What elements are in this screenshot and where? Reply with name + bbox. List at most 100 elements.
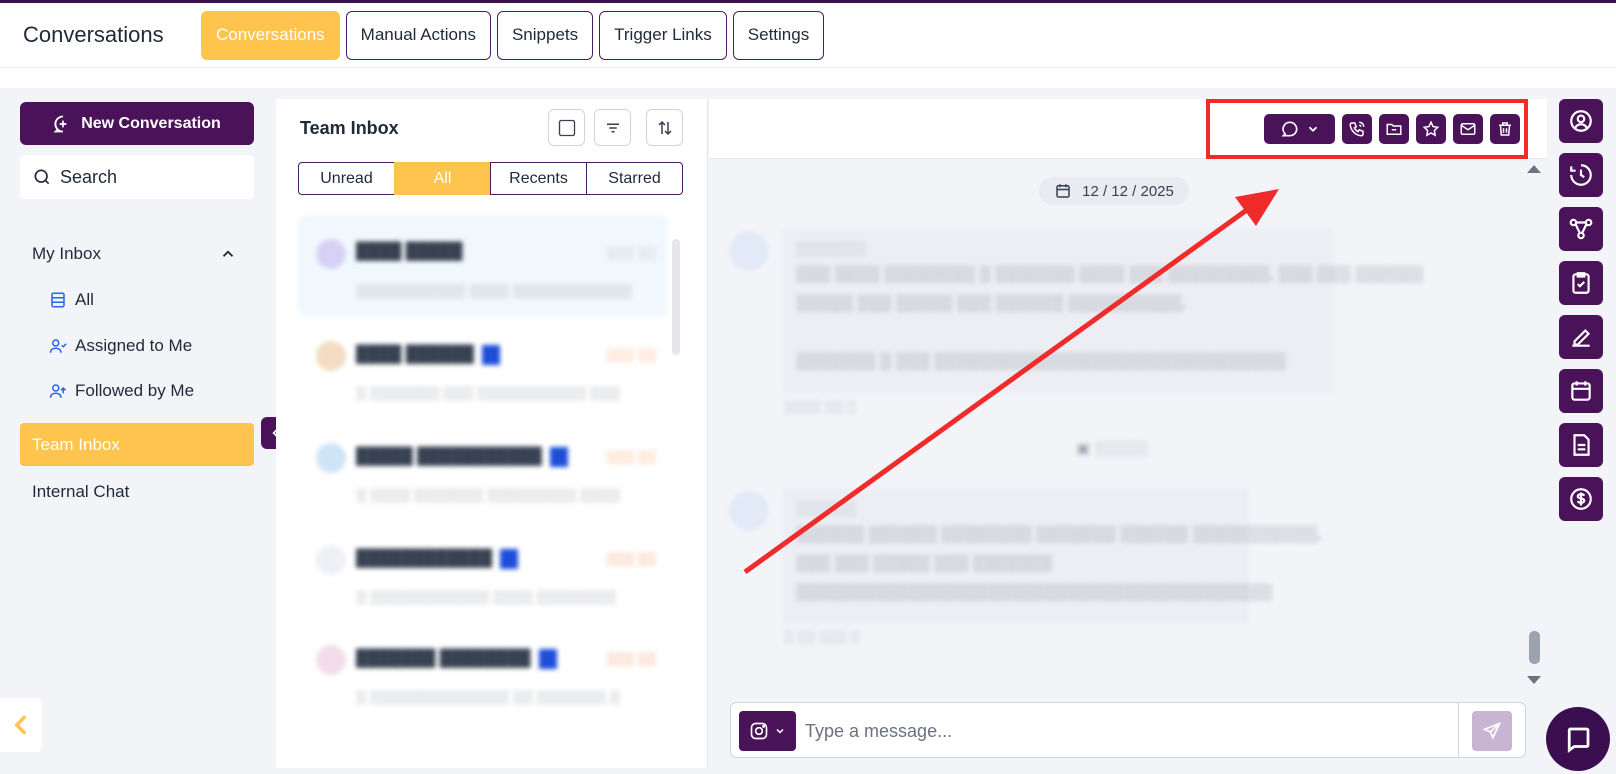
call-button[interactable] bbox=[1342, 114, 1372, 144]
avatar bbox=[316, 443, 346, 473]
clock-history-icon bbox=[1570, 164, 1592, 186]
list-item[interactable]: ███████ ████████ ░░░ ░░ ░ ░░░░░░░░░░░░░░… bbox=[298, 621, 668, 723]
payments-button[interactable] bbox=[1559, 477, 1603, 521]
search-icon bbox=[34, 169, 50, 185]
date-label: 12 / 12 / 2025 bbox=[1082, 182, 1174, 200]
history-button[interactable] bbox=[1559, 153, 1603, 197]
snippet-redacted: ░░░░░░░░░░░ ░░░░ ░░░░░░░░░░░░ bbox=[356, 283, 632, 299]
dollar-circle-icon bbox=[1570, 488, 1592, 510]
list-item[interactable]: ████ ██████ ░░░ ░░ ░ ░░░░░░░ ░░░ ░░░░░░░… bbox=[298, 317, 668, 419]
list-item[interactable]: ████ █████ ░░░ ░░ ░░░░░░░░░░░ ░░░░ ░░░░░… bbox=[298, 215, 668, 317]
message-meta-redacted: ░ ░░ ░░░ ░ bbox=[784, 629, 860, 644]
message-avatar bbox=[729, 491, 769, 531]
timestamp-redacted: ░░░ ░░ bbox=[606, 449, 656, 464]
sidebar-item-label: All bbox=[75, 290, 94, 309]
contact-name-redacted: ████████████ bbox=[356, 549, 519, 569]
clipboard-check-icon bbox=[1572, 272, 1590, 294]
chevron-down-icon bbox=[776, 728, 784, 734]
filter-starred[interactable]: Starred bbox=[586, 162, 683, 195]
chat-bubble-icon bbox=[1280, 121, 1297, 137]
share-nodes-icon bbox=[1569, 218, 1593, 240]
composer-divider bbox=[1458, 703, 1459, 757]
inbox-icon bbox=[51, 292, 65, 308]
contact-profile-button[interactable] bbox=[1559, 99, 1603, 143]
list-item[interactable]: █████ ███████████ ░░░ ░░ ░ ░░░░ ░░░░░░░ … bbox=[298, 419, 668, 521]
avatar bbox=[316, 645, 346, 675]
delete-button[interactable] bbox=[1490, 114, 1520, 144]
sidebar-item-label: Team Inbox bbox=[32, 434, 120, 454]
day-separator-redacted: ▣ ░░░░░ bbox=[1076, 440, 1148, 457]
star-button[interactable] bbox=[1416, 114, 1446, 144]
sidebar-item-assigned-to-me[interactable]: Assigned to Me bbox=[49, 336, 192, 356]
timestamp-redacted: ░░░ ░░ bbox=[606, 347, 656, 362]
calendar-icon bbox=[1056, 184, 1070, 198]
top-bar: Conversations Conversations Manual Actio… bbox=[0, 3, 1616, 68]
documents-button[interactable] bbox=[1559, 423, 1603, 467]
filter-button[interactable] bbox=[594, 109, 631, 146]
support-chat-button[interactable] bbox=[1546, 707, 1610, 771]
list-scrollbar[interactable] bbox=[672, 239, 680, 355]
back-button[interactable] bbox=[0, 698, 42, 752]
tab-conversations[interactable]: Conversations bbox=[201, 10, 340, 60]
sidebar-item-team-inbox[interactable]: Team Inbox bbox=[20, 423, 254, 466]
chat-status-dropdown[interactable] bbox=[1264, 114, 1335, 144]
filter-segments: Unread All Recents Starred bbox=[298, 162, 683, 195]
snippet-redacted: ░ ░░░░░░░░░░░░ ░░░░ ░░░░░░░░ bbox=[356, 589, 616, 605]
document-icon bbox=[1573, 434, 1590, 456]
send-icon bbox=[1482, 721, 1502, 740]
chevron-down-icon bbox=[1308, 126, 1317, 132]
list-item[interactable]: ████████████ ░░░ ░░ ░ ░░░░░░░░░░░░ ░░░░ … bbox=[298, 521, 668, 623]
send-button[interactable] bbox=[1472, 711, 1512, 751]
tab-snippets[interactable]: Snippets bbox=[496, 10, 594, 60]
tab-manual-actions[interactable]: Manual Actions bbox=[345, 10, 491, 60]
list-title: Team Inbox bbox=[300, 118, 399, 138]
notes-button[interactable] bbox=[1559, 315, 1603, 359]
sidebar-item-internal-chat[interactable]: Internal Chat bbox=[32, 482, 129, 502]
select-all-checkbox[interactable] bbox=[548, 109, 585, 146]
message-composer bbox=[730, 702, 1526, 758]
filter-unread[interactable]: Unread bbox=[298, 162, 395, 195]
contact-name-redacted: ████ █████ bbox=[356, 243, 463, 260]
checkbox-icon bbox=[558, 119, 575, 136]
workflow-button[interactable] bbox=[1559, 207, 1603, 251]
sidebar-item-followed-by-me[interactable]: Followed by Me bbox=[49, 381, 194, 401]
app-title: Conversations bbox=[23, 22, 164, 47]
user-followed-icon bbox=[49, 384, 67, 398]
new-conversation-label: New Conversation bbox=[81, 114, 221, 132]
sidebar-item-label: Assigned to Me bbox=[75, 336, 193, 355]
my-inbox-header[interactable]: My Inbox bbox=[32, 244, 237, 264]
filter-recents[interactable]: Recents bbox=[490, 162, 587, 195]
message-bubble-redacted: ░░░░░░░ ░░░ ░░░░ ░░░░░░░░ ░ ░░░░░░░ ░░░░… bbox=[782, 228, 1423, 393]
calendar-icon bbox=[1571, 381, 1591, 401]
filter-icon bbox=[606, 123, 619, 132]
channel-selector[interactable] bbox=[739, 711, 796, 751]
chat-header bbox=[709, 99, 1547, 159]
tasks-button[interactable] bbox=[1559, 261, 1603, 305]
folder-button[interactable] bbox=[1379, 114, 1409, 144]
sort-button[interactable] bbox=[646, 109, 683, 146]
filter-all[interactable]: All bbox=[394, 162, 491, 195]
star-icon bbox=[1422, 120, 1440, 137]
search-input[interactable]: Search bbox=[20, 155, 254, 199]
sidebar-item-label: Followed by Me bbox=[75, 381, 195, 400]
tab-trigger-links[interactable]: Trigger Links bbox=[599, 10, 727, 60]
search-label: Search bbox=[60, 166, 118, 187]
timestamp-redacted: ░░░ ░░ bbox=[606, 245, 656, 260]
message-avatar bbox=[729, 231, 769, 271]
my-inbox-label: My Inbox bbox=[32, 244, 101, 263]
scroll-down-arrow[interactable] bbox=[1527, 676, 1541, 684]
date-separator: 12 / 12 / 2025 bbox=[1039, 177, 1189, 205]
sidebar-item-all[interactable]: All bbox=[49, 290, 94, 310]
scroll-up-arrow[interactable] bbox=[1527, 165, 1541, 173]
avatar bbox=[316, 545, 346, 575]
contact-name-redacted: ███████ ████████ bbox=[356, 649, 557, 669]
new-conversation-button[interactable]: New Conversation bbox=[20, 102, 254, 145]
chat-scrollbar-thumb[interactable] bbox=[1529, 631, 1540, 664]
email-button[interactable] bbox=[1453, 114, 1483, 144]
conversation-list-panel: Team Inbox Unread All Recents Starred ██… bbox=[276, 99, 708, 768]
contact-name-redacted: ████ ██████ bbox=[356, 345, 501, 365]
message-input[interactable] bbox=[805, 713, 1435, 749]
appointments-button[interactable] bbox=[1559, 369, 1603, 413]
folder-icon bbox=[1386, 123, 1402, 135]
tab-settings[interactable]: Settings bbox=[732, 10, 825, 60]
